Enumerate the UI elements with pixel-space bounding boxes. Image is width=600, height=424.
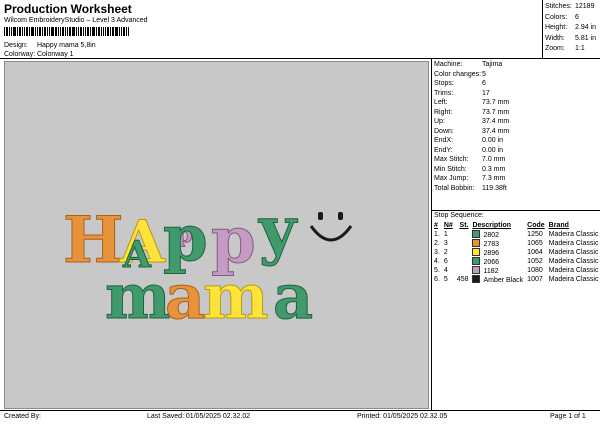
color-swatch	[472, 266, 481, 274]
col-needle: N#	[443, 222, 453, 229]
col-brand: Brand	[548, 222, 569, 229]
letter-a-1: a	[165, 260, 205, 333]
spec-min-stitch: Min Stitch: 0.3 mm	[434, 165, 506, 173]
letter-m-1: m	[105, 260, 171, 333]
col-code: Code	[527, 222, 545, 229]
spec-total-bobbin: Total Bobbin: 119.38ft	[434, 184, 507, 192]
stops-divider	[431, 210, 600, 211]
stat-height: Height: 2.94 in	[545, 24, 597, 31]
color-swatch	[472, 239, 481, 247]
software-name: Wilcom EmbroideryStudio – Level 3 Advanc…	[4, 17, 148, 24]
col-description: Description	[472, 222, 511, 229]
letter-a-2: a	[273, 260, 313, 333]
table-row: 6. 5 458 Amber Black 1007 Madeira Classi…	[434, 275, 600, 284]
stats-divider	[542, 0, 543, 58]
footer-last-saved: Last Saved: 01/05/2025 02.32.02	[147, 413, 251, 420]
footer-created-by: Created By:	[4, 413, 41, 420]
design-row: Design: Happy mama 5,8in	[4, 42, 96, 49]
table-row: 5. 4 1182 1080 Madeira Classic 40	[434, 266, 600, 275]
table-row: 2. 3 2783 1065 Madeira Classic 40	[434, 239, 600, 248]
color-swatch	[472, 248, 481, 256]
colorway-row: Colorway: Colonway 1	[4, 51, 74, 58]
col-stitches: St.	[459, 222, 469, 229]
footer-page-number: Page 1 of 1	[550, 413, 586, 420]
spec-left: Left: 73.7 mm	[434, 99, 510, 106]
spec-up: Up: 37.4 mm	[434, 118, 510, 125]
letter-y: y	[258, 193, 298, 268]
design-label: Design:	[4, 42, 28, 49]
embroidery-artwork: H A A p p p y m a m a	[63, 193, 353, 334]
stat-stitches: Stitches: 12189	[545, 3, 595, 10]
stat-colors: Colors: 6	[545, 13, 579, 21]
table-row: 4. 6 2066 1052 Madeira Classic 40	[434, 257, 600, 266]
footer-divider	[0, 410, 600, 411]
color-swatch	[472, 230, 481, 238]
stat-width: Width: 5.81 in	[545, 34, 597, 42]
letter-m-2: m	[203, 260, 269, 333]
table-row: 3. 2 2896 1064 Madeira Classic 40	[434, 248, 600, 257]
spec-max-jump: Max Jump: 7.3 mm	[434, 175, 506, 182]
smiley-icon	[309, 212, 353, 242]
table-row: 1. 1 2802 1250 Madeira Classic 40	[434, 230, 600, 239]
top-stats: Stitches: 12189 Colors: 6 Height: 2.94 in W…	[545, 2, 596, 55]
color-swatch	[472, 275, 481, 283]
spec-right: Right: 73.7 mm	[434, 108, 510, 116]
spec-trims: Trims: 17	[434, 89, 490, 97]
spec-color-changes: Color changes:5	[434, 70, 486, 78]
spec-machine: Machine: Tajima	[434, 61, 503, 68]
footer-printed: Printed: 01/05/2025 02.32.05	[357, 413, 448, 420]
spec-stops: Stops: 6	[434, 80, 486, 87]
design-value: Happy mama 5,8in	[36, 42, 96, 49]
colorway-value: Colonway 1	[36, 51, 74, 58]
barcode	[4, 27, 130, 36]
spec-max-stitch: Max Stitch: 7.0 mm	[434, 156, 506, 163]
spec-endy: EndY: 0.00 in	[434, 146, 504, 154]
design-preview: H A A p p p y m a m a	[4, 61, 429, 409]
stop-sequence-table: # N# St. Description Code Brand 1. 1 280…	[432, 221, 600, 284]
col-index: #	[434, 222, 438, 229]
stat-zoom: Zoom: 1:1	[545, 45, 585, 52]
spec-down: Down: 37.4 mm	[434, 127, 510, 135]
table-header: # N# St. Description Code Brand	[432, 221, 600, 230]
stop-sequence-title: Stop Sequence:	[434, 212, 484, 219]
color-swatch	[472, 257, 481, 265]
page-title: Production Worksheet	[4, 2, 132, 16]
machine-specs: Machine: Tajima Color changes:5 Stops: 6 T…	[434, 60, 509, 193]
spec-endx: EndX: 0.00 in	[434, 137, 504, 144]
colorway-label: Colorway:	[4, 51, 36, 58]
header-divider	[0, 58, 600, 59]
